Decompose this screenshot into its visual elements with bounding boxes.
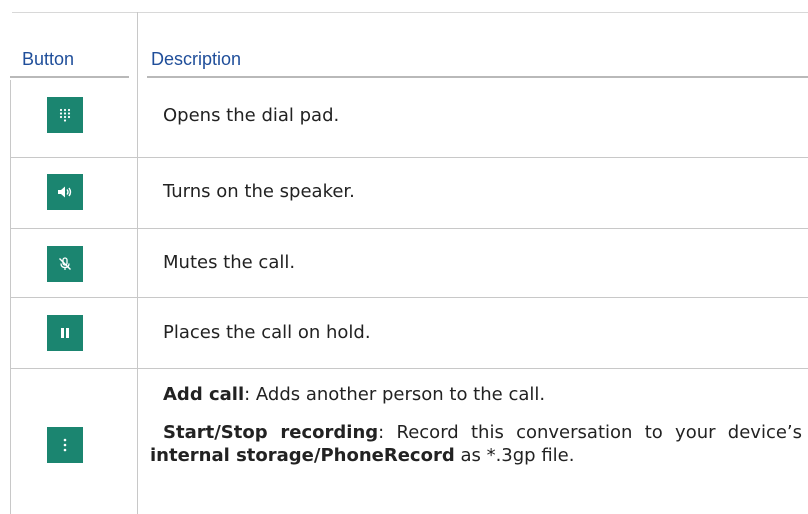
dialpad-icon <box>47 97 83 133</box>
table-column-divider <box>137 12 138 514</box>
more-vertical-icon <box>47 427 83 463</box>
mute-microphone-icon <box>47 246 83 282</box>
recording-text: : Record this conversation to your devic… <box>378 422 803 443</box>
pause-icon <box>47 315 83 351</box>
row-description: Places the call on hold. <box>163 322 371 343</box>
add-call-label: Add call <box>163 384 245 405</box>
header-underline-button <box>10 76 129 78</box>
row-description: Turns on the speaker. <box>163 181 355 202</box>
column-header-button: Button <box>22 49 75 69</box>
row-divider <box>10 157 808 158</box>
add-call-text: : Adds another person to the call. <box>244 384 546 405</box>
row-divider <box>10 228 808 229</box>
recording-description: Start/Stop recording: Record this conver… <box>150 421 802 467</box>
recording-format-text: as *.3gp file. <box>454 445 575 466</box>
row-description-multiline: Add call: Adds another person to the cal… <box>150 383 802 467</box>
speaker-icon <box>47 174 83 210</box>
header-underline-description <box>147 76 808 78</box>
recording-path: internal storage/PhoneRecord <box>150 445 455 466</box>
row-divider <box>10 368 808 369</box>
recording-label: Start/Stop recording <box>163 422 379 443</box>
add-call-description: Add call: Adds another person to the cal… <box>150 383 802 406</box>
column-header-description: Description <box>151 49 242 69</box>
top-rule <box>12 12 808 13</box>
row-description: Mutes the call. <box>163 252 296 273</box>
row-description: Opens the dial pad. <box>163 105 340 126</box>
row-divider <box>10 297 808 298</box>
